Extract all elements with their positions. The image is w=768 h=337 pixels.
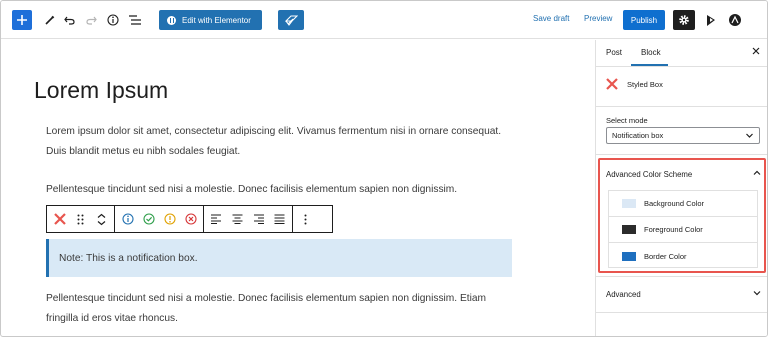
more-vertical-icon bbox=[304, 214, 307, 224]
color-label: Background Color bbox=[644, 199, 705, 208]
redo-icon bbox=[85, 16, 97, 25]
style-success-button[interactable] bbox=[139, 210, 158, 229]
add-block-button[interactable] bbox=[12, 10, 32, 30]
sidebar-tabs: Post Block bbox=[596, 40, 767, 67]
paragraph-block[interactable]: Pellentesque tincidunt sed nisi a molest… bbox=[46, 289, 516, 329]
astra-button[interactable] bbox=[725, 10, 745, 30]
edit-with-elementor-button[interactable]: Edit with Elementor bbox=[159, 10, 262, 30]
pencil-tools-icon bbox=[44, 15, 54, 25]
preview-button[interactable]: Preview bbox=[584, 14, 612, 23]
kit-icon bbox=[284, 14, 298, 26]
edit-with-elementor-label: Edit with Elementor bbox=[182, 15, 251, 25]
error-circle-icon bbox=[184, 213, 197, 225]
divider bbox=[596, 312, 767, 313]
block-toolbar-group-style bbox=[115, 206, 204, 232]
chevron-down-icon[interactable] bbox=[752, 288, 762, 298]
styled-box-icon bbox=[606, 78, 618, 90]
more-options-button[interactable] bbox=[296, 210, 315, 229]
block-toolbar bbox=[46, 205, 333, 233]
block-toolbar-group-align bbox=[204, 206, 293, 232]
close-sidebar-button[interactable] bbox=[752, 46, 760, 58]
tab-block[interactable]: Block bbox=[641, 48, 661, 57]
publish-button[interactable]: Publish bbox=[623, 10, 665, 30]
advanced-panel-toggle[interactable]: Advanced bbox=[606, 290, 641, 299]
style-warning-button[interactable] bbox=[160, 210, 179, 229]
warning-circle-icon bbox=[163, 213, 176, 225]
jetpack-icon bbox=[707, 14, 715, 26]
move-up-down-button[interactable] bbox=[92, 210, 111, 229]
undo-button[interactable] bbox=[59, 10, 79, 30]
align-center-button[interactable] bbox=[228, 210, 247, 229]
color-swatch bbox=[622, 225, 636, 234]
align-right-icon bbox=[254, 214, 264, 224]
notification-box-block[interactable]: Note: This is a notification box. bbox=[46, 239, 512, 277]
list-view-icon bbox=[129, 15, 141, 25]
check-circle-icon bbox=[142, 213, 155, 225]
drag-handle[interactable] bbox=[71, 210, 90, 229]
tools-button[interactable] bbox=[39, 10, 59, 30]
color-settings-list: Background Color Foreground Color Border… bbox=[608, 190, 758, 268]
block-toolbar-group-more bbox=[293, 206, 318, 232]
color-label: Foreground Color bbox=[644, 225, 703, 234]
chevron-up-icon[interactable] bbox=[752, 168, 762, 178]
kit-button[interactable] bbox=[278, 10, 304, 30]
settings-sidebar: Post Block Styled Box Select mode Notifi… bbox=[595, 40, 767, 336]
select-mode-value: Notification box bbox=[612, 131, 664, 140]
plus-icon bbox=[17, 15, 27, 25]
align-justify-icon bbox=[274, 214, 285, 224]
details-button[interactable] bbox=[103, 10, 123, 30]
color-scheme-panel-toggle[interactable]: Advanced Color Scheme bbox=[606, 170, 692, 179]
color-label: Border Color bbox=[644, 251, 687, 261]
redo-button[interactable] bbox=[81, 10, 101, 30]
chevron-up-down-icon bbox=[97, 213, 106, 225]
tab-post[interactable]: Post bbox=[606, 48, 622, 57]
close-icon bbox=[752, 47, 760, 55]
color-setting-background[interactable]: Background Color bbox=[609, 191, 757, 217]
select-mode-dropdown[interactable]: Notification box bbox=[606, 127, 760, 144]
astra-icon bbox=[729, 14, 741, 26]
style-info-button[interactable] bbox=[118, 210, 137, 229]
style-error-button[interactable] bbox=[181, 210, 200, 229]
list-view-button[interactable] bbox=[125, 10, 145, 30]
active-tab-indicator bbox=[631, 64, 668, 66]
block-card: Styled Box bbox=[596, 67, 767, 107]
save-draft-button[interactable]: Save draft bbox=[533, 14, 569, 23]
jetpack-button[interactable] bbox=[701, 10, 721, 30]
block-type-button[interactable] bbox=[50, 210, 69, 229]
color-setting-foreground[interactable]: Foreground Color bbox=[609, 217, 757, 243]
justify-button[interactable] bbox=[270, 210, 289, 229]
color-setting-border[interactable]: Border Color bbox=[609, 243, 757, 269]
divider bbox=[596, 154, 767, 155]
info-circle-icon bbox=[121, 213, 134, 225]
align-right-button[interactable] bbox=[249, 210, 268, 229]
info-icon bbox=[107, 14, 119, 26]
align-left-button[interactable] bbox=[207, 210, 226, 229]
editor-window: Edit with Elementor Save draft Preview P… bbox=[0, 0, 768, 337]
chevron-down-icon bbox=[746, 133, 753, 138]
align-center-icon bbox=[232, 214, 243, 224]
elementor-icon bbox=[167, 15, 176, 25]
settings-gear-icon bbox=[679, 15, 689, 25]
undo-icon bbox=[63, 16, 75, 25]
settings-button[interactable] bbox=[673, 10, 695, 30]
drag-handle-icon bbox=[77, 214, 84, 224]
color-swatch bbox=[622, 199, 636, 208]
paragraph-block[interactable]: Pellentesque tincidunt sed nisi a molest… bbox=[46, 180, 516, 200]
notification-text: Note: This is a notification box. bbox=[59, 252, 198, 264]
paragraph-block[interactable]: Lorem ipsum dolor sit amet, consectetur … bbox=[46, 122, 516, 162]
block-toolbar-group-move bbox=[47, 206, 115, 232]
block-name: Styled Box bbox=[627, 80, 663, 89]
color-swatch bbox=[622, 251, 636, 261]
divider bbox=[596, 276, 767, 277]
top-toolbar: Edit with Elementor Save draft Preview P… bbox=[1, 1, 767, 39]
editor-canvas: Lorem Ipsum Lorem ipsum dolor sit amet, … bbox=[1, 40, 595, 336]
select-mode-label: Select mode bbox=[606, 116, 648, 125]
styled-box-icon bbox=[53, 213, 66, 225]
post-title[interactable]: Lorem Ipsum bbox=[34, 77, 168, 104]
align-left-icon bbox=[211, 214, 221, 224]
